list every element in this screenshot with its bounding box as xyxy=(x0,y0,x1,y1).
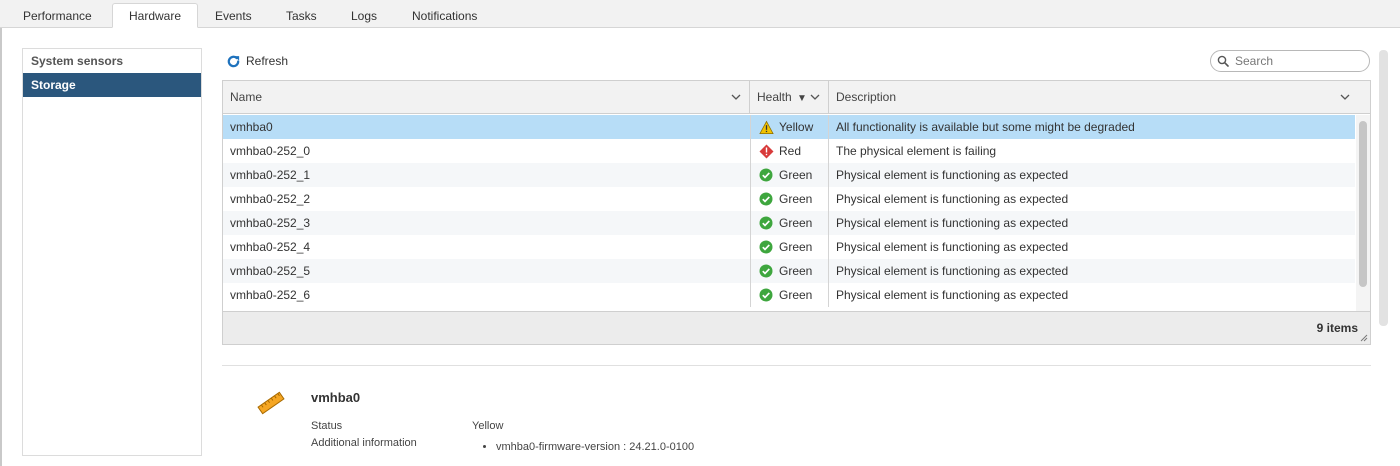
table-row[interactable]: vmhba0 Yellow All functionality is avail… xyxy=(223,115,1355,139)
cell-description: Physical element is functioning as expec… xyxy=(836,288,1069,302)
item-count: 9 items xyxy=(1316,321,1358,335)
column-header-name[interactable]: Name xyxy=(223,81,750,114)
cell-name: vmhba0-252_6 xyxy=(230,288,311,302)
grid-footer: 9 items xyxy=(223,311,1370,344)
search-box[interactable] xyxy=(1210,50,1370,72)
cell-description: Physical element is functioning as expec… xyxy=(836,216,1069,230)
status-label: Status xyxy=(311,420,343,432)
ok-check-icon xyxy=(759,240,774,255)
column-health-label: Health xyxy=(757,90,792,104)
health-label: Green xyxy=(779,192,813,206)
cell-health: Red xyxy=(750,139,829,163)
health-label: Green xyxy=(779,216,813,230)
ok-check-icon xyxy=(759,192,774,207)
grid-header: Name Health ▼ Description xyxy=(223,81,1370,114)
cell-name: vmhba0-252_0 xyxy=(230,144,311,158)
refresh-icon xyxy=(227,55,240,67)
table-row[interactable]: vmhba0-252_0 Red The physical element is… xyxy=(223,139,1355,163)
cell-description: All functionality is available but some … xyxy=(836,120,1135,134)
cell-health: Green xyxy=(750,187,829,211)
cell-description: Physical element is functioning as expec… xyxy=(836,264,1069,278)
search-icon xyxy=(1217,55,1229,67)
column-name-label: Name xyxy=(230,90,263,104)
cell-name: vmhba0-252_5 xyxy=(230,264,311,278)
left-border xyxy=(0,28,2,466)
table-row[interactable]: vmhba0-252_4 Green Physical element is f… xyxy=(223,235,1355,259)
table-row[interactable]: vmhba0-252_2 Green Physical element is f… xyxy=(223,187,1355,211)
cell-name: vmhba0 xyxy=(230,120,273,134)
grid-scrollbar[interactable] xyxy=(1356,115,1370,311)
health-label: Green xyxy=(779,168,813,182)
cell-description: The physical element is failing xyxy=(836,144,997,158)
health-label: Red xyxy=(779,144,802,158)
ok-check-icon xyxy=(759,168,774,183)
table-row[interactable]: vmhba0-252_1 Green Physical element is f… xyxy=(223,163,1355,187)
column-header-health[interactable]: Health ▼ xyxy=(750,81,829,114)
cell-health: Green xyxy=(750,235,829,259)
additional-info-list: vmhba0-firmware-version : 24.21.0-0100 xyxy=(472,441,694,453)
storage-grid: Name Health ▼ Description vmhba0 Yellow … xyxy=(222,80,1371,345)
health-label: Green xyxy=(779,264,813,278)
table-row[interactable]: vmhba0-252_6 Green Physical element is f… xyxy=(223,283,1355,307)
cell-health: Green xyxy=(750,163,829,187)
column-header-description[interactable]: Description xyxy=(829,81,1370,114)
divider xyxy=(222,365,1371,366)
tab-hardware[interactable]: Hardware xyxy=(112,3,199,28)
additional-info-label: Additional information xyxy=(311,437,417,449)
cell-health: Green xyxy=(750,211,829,235)
chevron-down-icon[interactable] xyxy=(1340,81,1350,114)
table-row[interactable]: vmhba0-252_3 Green Physical element is f… xyxy=(223,211,1355,235)
status-value: Yellow xyxy=(472,420,504,432)
chevron-down-icon[interactable] xyxy=(731,81,741,114)
cell-name: vmhba0-252_1 xyxy=(230,168,311,182)
health-label: Yellow xyxy=(779,120,814,134)
refresh-label: Refresh xyxy=(246,54,289,68)
detail-title: vmhba0 xyxy=(311,390,361,405)
grid-scrollbar-thumb[interactable] xyxy=(1359,121,1367,287)
tab-bar: Performance Hardware Events Tasks Logs N… xyxy=(0,0,1400,28)
list-item: vmhba0-firmware-version : 24.21.0-0100 xyxy=(496,441,694,453)
cell-name: vmhba0-252_3 xyxy=(230,216,311,230)
grid-rows: vmhba0 Yellow All functionality is avail… xyxy=(223,115,1355,311)
cell-health: Yellow xyxy=(750,115,829,139)
resize-grip-icon[interactable] xyxy=(1360,334,1368,342)
sidebar-item-storage[interactable]: Storage xyxy=(23,73,201,97)
refresh-button[interactable]: Refresh xyxy=(226,52,288,70)
health-label: Green xyxy=(779,288,813,302)
cell-description: Physical element is functioning as expec… xyxy=(836,168,1069,182)
ok-check-icon xyxy=(759,264,774,279)
chevron-down-icon[interactable] xyxy=(810,81,820,114)
cell-description: Physical element is functioning as expec… xyxy=(836,240,1069,254)
warning-icon xyxy=(759,120,774,135)
tab-notifications[interactable]: Notifications xyxy=(396,4,493,28)
tab-performance[interactable]: Performance xyxy=(7,4,108,28)
search-input[interactable] xyxy=(1233,53,1363,69)
health-label: Green xyxy=(779,240,813,254)
page-scrollbar[interactable] xyxy=(1379,50,1388,326)
hardware-sidebar: System sensors Storage xyxy=(22,48,202,456)
error-icon xyxy=(759,144,774,159)
cell-description: Physical element is functioning as expec… xyxy=(836,192,1069,206)
cell-health: Green xyxy=(750,259,829,283)
cell-health: Green xyxy=(750,283,829,307)
cell-name: vmhba0-252_4 xyxy=(230,240,311,254)
cell-name: vmhba0-252_2 xyxy=(230,192,311,206)
tab-logs[interactable]: Logs xyxy=(335,4,393,28)
storage-adapter-icon xyxy=(257,391,285,415)
sort-descending-icon: ▼ xyxy=(797,93,807,104)
table-row[interactable]: vmhba0-252_5 Green Physical element is f… xyxy=(223,259,1355,283)
tab-tasks[interactable]: Tasks xyxy=(270,4,333,28)
tab-events[interactable]: Events xyxy=(199,4,268,28)
ok-check-icon xyxy=(759,288,774,303)
ok-check-icon xyxy=(759,216,774,231)
column-description-label: Description xyxy=(836,90,897,104)
sidebar-item-system-sensors[interactable]: System sensors xyxy=(23,49,201,73)
